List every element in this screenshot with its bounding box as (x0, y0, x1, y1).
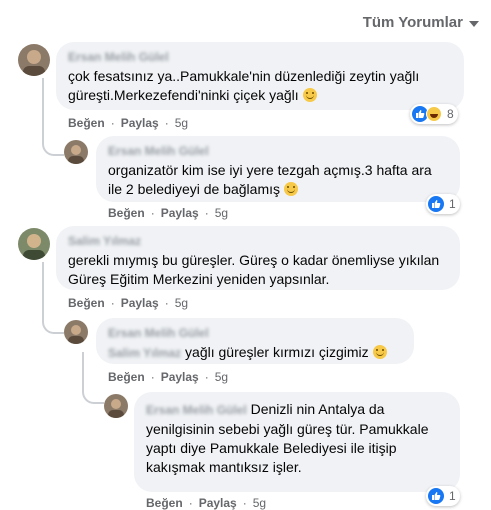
comment-bubble: Ersan Melih Gülel Denizli nin Antalya da… (134, 392, 460, 492)
comment-bubble: Ersan Melih Gülel organizatör kim ise iy… (96, 136, 460, 202)
avatar-image (64, 140, 88, 164)
share-button[interactable]: Paylaş (161, 370, 199, 384)
haha-reaction-icon (426, 106, 442, 122)
reactions-summary[interactable]: 8 (410, 104, 458, 124)
reactions-count: 1 (449, 489, 456, 503)
avatar[interactable] (104, 394, 128, 418)
caret-down-icon (469, 20, 479, 27)
thread-connector (42, 312, 64, 334)
comment-text: gerekli mıymış bu güreşler. Güreş o kada… (68, 252, 440, 287)
comment-timestamp[interactable]: 5g (175, 116, 188, 130)
smile-emoji-icon (372, 345, 387, 359)
avatar-image (18, 228, 50, 260)
share-button[interactable]: Paylaş (121, 116, 159, 130)
thread-line (42, 78, 44, 136)
comment-bubble: Salim Yılmaz gerekli mıymış bu güreşler.… (56, 226, 460, 290)
comment-author[interactable]: Ersan Melih Gülel (108, 326, 402, 341)
comment-bubble: Ersan Melih Gülel Salim Yılmaz yağlı gür… (96, 318, 414, 364)
comment-bubble: Ersan Melih Gülel çok fesatsınız ya..Pam… (56, 42, 464, 110)
avatar[interactable] (64, 320, 88, 344)
comment-text: yağlı güreşler kırmızı çizgimiz (185, 344, 369, 360)
avatar-image (104, 394, 128, 418)
comment-filter-dropdown[interactable]: Tüm Yorumlar (363, 14, 479, 31)
smile-emoji-icon (302, 88, 317, 102)
comment-text: çok fesatsınız ya..Pamukkale'nin düzenle… (68, 68, 420, 103)
share-button[interactable]: Paylaş (161, 206, 199, 220)
like-button[interactable]: Beğen (68, 116, 105, 130)
avatar[interactable] (18, 228, 50, 260)
comment-timestamp[interactable]: 5g (175, 296, 188, 310)
comment-timestamp[interactable]: 5g (215, 370, 228, 384)
reactions-count: 8 (447, 107, 454, 121)
thread-line (42, 262, 44, 318)
comment-author[interactable]: Ersan Melih Gülel (108, 144, 448, 159)
comment-text: organizatör kim ise iyi yere tezgah açmı… (108, 162, 432, 197)
avatar[interactable] (64, 140, 88, 164)
thread-connector (42, 134, 64, 156)
reactions-count: 1 (449, 197, 456, 211)
like-button[interactable]: Beğen (68, 296, 105, 310)
comment-actions: Beğen · Paylaş · 5g (108, 370, 229, 384)
avatar[interactable] (18, 44, 50, 76)
comment-author[interactable]: Ersan Melih Gülel (68, 50, 452, 65)
avatar-image (64, 320, 88, 344)
reactions-summary[interactable]: 1 (426, 486, 460, 506)
comment-timestamp[interactable]: 5g (253, 496, 266, 510)
share-button[interactable]: Paylaş (121, 296, 159, 310)
share-button[interactable]: Paylaş (199, 496, 237, 510)
like-button[interactable]: Beğen (108, 370, 145, 384)
comment-actions: Beğen · Paylaş · 5g (68, 116, 189, 130)
filter-label: Tüm Yorumlar (362, 14, 463, 31)
like-button[interactable]: Beğen (146, 496, 183, 510)
smile-emoji-icon (283, 182, 298, 196)
thread-connector (82, 388, 104, 404)
avatar-image (18, 44, 50, 76)
like-button[interactable]: Beğen (108, 206, 145, 220)
comment-author[interactable]: Salim Yılmaz (68, 234, 448, 249)
thread-line (82, 352, 84, 392)
reactions-summary[interactable]: 1 (426, 194, 460, 214)
like-reaction-icon (428, 196, 444, 212)
comment-actions: Beğen · Paylaş · 5g (68, 296, 189, 310)
comment-actions: Beğen · Paylaş · 5g (108, 206, 229, 220)
comment-author[interactable]: Ersan Melih Gülel (146, 403, 247, 417)
comment-actions: Beğen · Paylaş · 5g (146, 496, 267, 510)
mention-tag[interactable]: Salim Yılmaz (108, 346, 181, 360)
comment-timestamp[interactable]: 5g (215, 206, 228, 220)
